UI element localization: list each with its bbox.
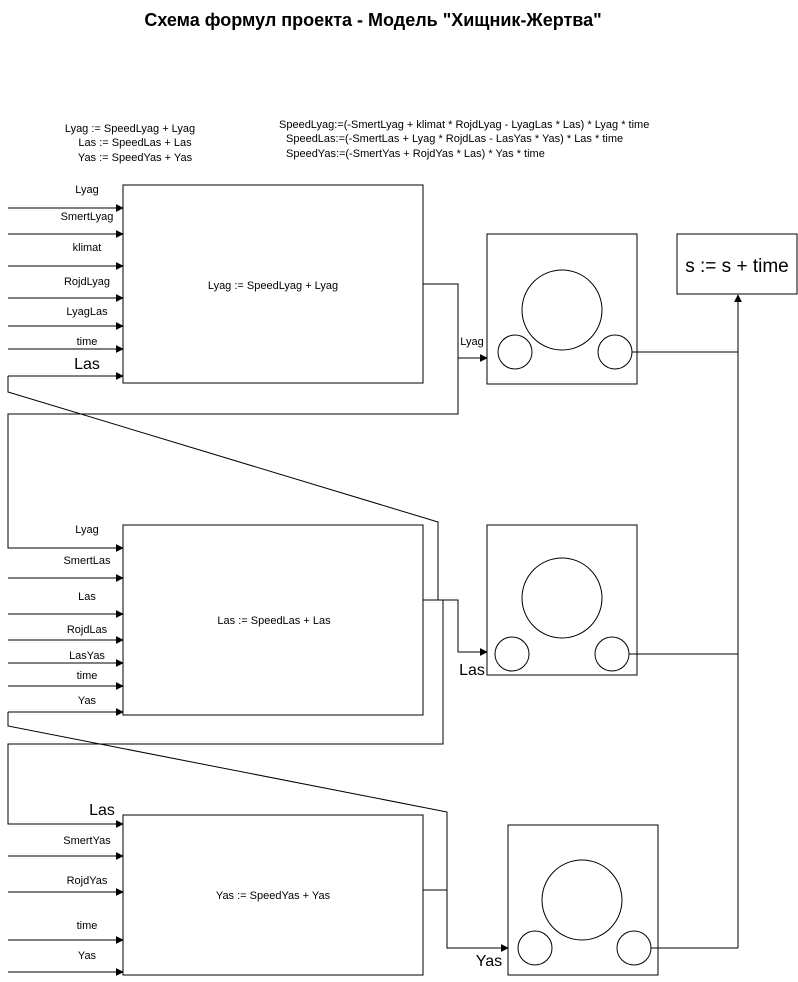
plot-widget-2-left-circle bbox=[494, 636, 530, 672]
block2-input-label: RojdLas bbox=[67, 624, 108, 636]
formula-right-3: SpeedYas:=(-SmertYas + RojdYas * Las) * … bbox=[286, 148, 545, 160]
plot-widget-1-right-circle bbox=[597, 334, 633, 370]
block1-input-label: time bbox=[77, 336, 98, 348]
time-box-formula: s := s + time bbox=[685, 256, 788, 277]
formula-left-3: Yas := SpeedYas + Yas bbox=[78, 152, 193, 164]
block3-input-label: Yas bbox=[78, 950, 97, 962]
block1-input-label: Lyag bbox=[75, 184, 98, 196]
block1-output-label: Lyag bbox=[460, 336, 483, 348]
formula-left-2: Las := SpeedLas + Las bbox=[78, 137, 192, 149]
plot-widget-1-main-circle bbox=[521, 269, 603, 351]
formula-right-2: SpeedLas:=(-SmertLas + Lyag * RojdLas - … bbox=[286, 133, 623, 145]
plot-widget-3-main-circle bbox=[541, 859, 623, 941]
block1-formula: Lyag := SpeedLyag + Lyag bbox=[208, 280, 338, 292]
formula-left-1: Lyag := SpeedLyag + Lyag bbox=[65, 123, 195, 135]
block3-output-label: Yas bbox=[476, 953, 502, 970]
block3-input-label: Las bbox=[89, 802, 115, 819]
plot-widget-3-left-circle bbox=[517, 930, 553, 966]
block2-input-label: time bbox=[77, 670, 98, 682]
block2-input-label: Las bbox=[78, 591, 96, 603]
block1-input-label: SmertLyag bbox=[61, 211, 114, 223]
diagram-title: Схема формул проекта - Модель "Хищник-Же… bbox=[144, 10, 601, 30]
block3-input-label: RojdYas bbox=[67, 875, 108, 887]
block2-formula: Las := SpeedLas + Las bbox=[217, 615, 331, 627]
block3-input-label: SmertYas bbox=[63, 835, 111, 847]
block1-input-label: klimat bbox=[73, 242, 102, 254]
block1-feedback-line bbox=[7, 358, 459, 552]
block1-input-label: LyagLas bbox=[66, 306, 108, 318]
block3-input-label: time bbox=[77, 920, 98, 932]
block2-output-arrow bbox=[423, 599, 488, 656]
block1-input-label: RojdLyag bbox=[64, 276, 110, 288]
plot-widget-3-right-circle bbox=[616, 930, 652, 966]
block2-input-label: Yas bbox=[78, 695, 97, 707]
block2-input-label: LasYas bbox=[69, 650, 105, 662]
plot-widget-2-right-circle bbox=[594, 636, 630, 672]
block3-formula: Yas := SpeedYas + Yas bbox=[216, 890, 331, 902]
formula-right-1: SpeedLyag:=(-SmertLyag + klimat * RojdLy… bbox=[279, 119, 649, 131]
block2-input-label: SmertLas bbox=[63, 555, 111, 567]
plot-widget-1-left-circle bbox=[497, 334, 533, 370]
block1-input-label: Las bbox=[74, 356, 100, 373]
formula-diagram: Схема формул проекта - Модель "Хищник-Же… bbox=[7, 10, 798, 976]
block2-input-label: Lyag bbox=[75, 524, 98, 536]
plot-widget-2-main-circle bbox=[521, 557, 603, 639]
block2-output-label: Las bbox=[459, 662, 485, 679]
